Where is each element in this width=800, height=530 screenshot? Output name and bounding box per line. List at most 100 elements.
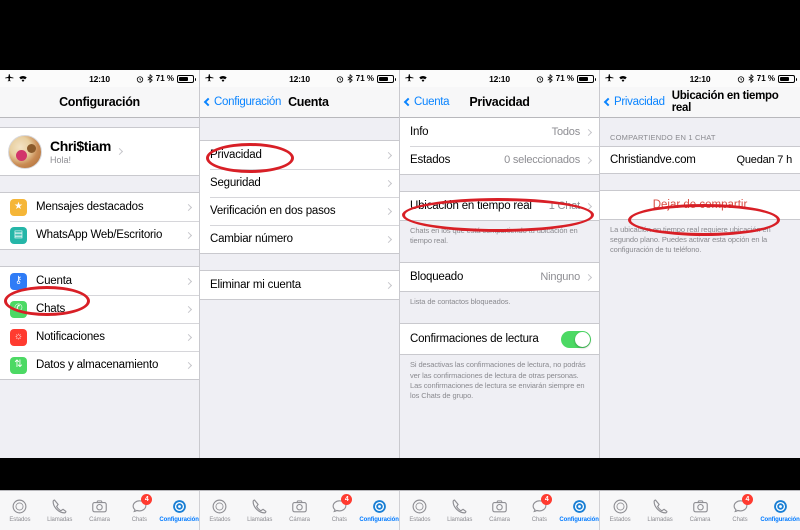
sidebar-item-chats[interactable]: ✆ Chats xyxy=(0,295,199,323)
chevron-right-icon xyxy=(384,207,393,215)
back-button[interactable]: Cuenta xyxy=(403,96,450,108)
row-eliminar-cuenta[interactable]: Eliminar mi cuenta xyxy=(200,271,399,299)
gear-icon xyxy=(773,500,787,513)
status-bar: 12:10 71 % xyxy=(200,70,399,87)
tab-label: Cámara xyxy=(489,517,510,523)
tab-configuracion[interactable]: Configuración xyxy=(760,491,800,530)
tab-camara[interactable]: Cámara xyxy=(680,491,720,530)
screenshot-stage: 12:10 71 % Configuración Chri$tiam Hola! xyxy=(0,70,800,458)
panel-ubicacion: 12:10 71 % Privacidad Ubicación en tiemp… xyxy=(600,70,800,458)
privacy-group-location: Ubicación en tiempo real 1 Chat xyxy=(400,191,599,221)
row-cambiar-numero[interactable]: Cambiar número xyxy=(200,225,399,253)
tab-chats[interactable]: 4 Chats xyxy=(720,491,760,530)
sidebar-item-starred[interactable]: ★ Mensajes destacados xyxy=(0,193,199,221)
tab-label: Estados xyxy=(9,517,31,523)
tab-camara[interactable]: Cámara xyxy=(80,491,120,530)
row-label: Ubicación en tiempo real xyxy=(410,200,532,212)
status-bar: 12:10 71 % xyxy=(600,70,800,87)
row-ubicacion-tiempo-real[interactable]: Ubicación en tiempo real 1 Chat xyxy=(400,192,599,220)
alarm-icon xyxy=(336,75,343,83)
profile-row[interactable]: Chri$tiam Hola! xyxy=(0,128,199,175)
sidebar-item-notificaciones[interactable]: ☼ Notificaciones xyxy=(0,323,199,351)
tab-llamadas[interactable]: Llamadas xyxy=(640,491,680,530)
row-value: Ninguno xyxy=(540,271,580,284)
tab-configuracion[interactable]: Configuración xyxy=(559,491,599,530)
profile-status: Hola! xyxy=(50,155,72,165)
sidebar-item-web[interactable]: ▤ WhatsApp Web/Escritorio xyxy=(0,221,199,249)
tab-configuracion[interactable]: Configuración xyxy=(359,491,399,530)
tab-label: Llamadas xyxy=(647,517,673,523)
tab-estados[interactable]: Estados xyxy=(400,491,440,530)
status-bar: 12:10 71 % xyxy=(400,70,599,87)
ubicacion-footer-text: La ubicación en tiempo real requiere ubi… xyxy=(600,220,800,263)
key-icon: ⚷ xyxy=(10,272,27,290)
tab-label: Llamadas xyxy=(447,517,473,523)
bluetooth-icon xyxy=(347,74,353,83)
gear-icon xyxy=(572,500,586,513)
panel-settings: 12:10 71 % Configuración Chri$tiam Hola! xyxy=(0,70,200,458)
row-verificacion-dos-pasos[interactable]: Verificación en dos pasos xyxy=(200,197,399,225)
tab-label: Chats xyxy=(331,517,347,523)
back-label: Privacidad xyxy=(614,96,665,108)
privacy-group-blocked: Bloqueado Ninguno xyxy=(400,262,599,293)
row-privacidad[interactable]: Privacidad xyxy=(200,141,399,169)
chevron-right-icon xyxy=(384,151,393,159)
row-confirmaciones-lectura[interactable]: Confirmaciones de lectura xyxy=(400,324,599,355)
tab-label: Llamadas xyxy=(47,517,73,523)
back-label: Configuración xyxy=(214,96,282,108)
tab-estados[interactable]: Estados xyxy=(0,491,40,530)
nav-bar-cuenta: Configuración Cuenta xyxy=(200,87,399,118)
row-label: Confirmaciones de lectura xyxy=(410,333,539,346)
row-chat-compartido[interactable]: Christiandve.com Quedan 7 h xyxy=(600,147,800,173)
row-info[interactable]: Info Todos xyxy=(400,118,599,146)
chevron-right-icon xyxy=(584,202,593,210)
tab-bar: Estados Llamadas Cámara 4 Chats Configur… xyxy=(0,490,800,530)
cuenta-group-1: Privacidad Seguridad Verificación en dos… xyxy=(200,140,399,254)
back-button[interactable]: Privacidad xyxy=(603,96,665,108)
section-header-compartiendo: COMPARTIENDO EN 1 CHAT xyxy=(600,127,800,146)
sidebar-item-datos[interactable]: ⇅ Datos y almacenamiento xyxy=(0,351,199,379)
chevron-right-icon xyxy=(115,147,124,156)
tab-llamadas[interactable]: Llamadas xyxy=(240,491,280,530)
row-estados[interactable]: Estados 0 seleccionados xyxy=(400,146,599,174)
camera-icon xyxy=(92,500,107,513)
gear-icon xyxy=(372,500,386,513)
alarm-icon xyxy=(536,75,543,83)
battery-percent: 71 % xyxy=(155,74,174,83)
tab-llamadas[interactable]: Llamadas xyxy=(440,491,480,530)
chevron-right-icon xyxy=(384,179,393,187)
tab-chats[interactable]: 4 Chats xyxy=(119,491,159,530)
tab-label: Configuración xyxy=(359,517,399,523)
avatar xyxy=(8,134,42,169)
row-label: Christiandve.com xyxy=(610,154,696,166)
row-bloqueado[interactable]: Bloqueado Ninguno xyxy=(400,263,599,292)
sidebar-item-cuenta[interactable]: ⚷ Cuenta xyxy=(0,267,199,295)
status-ring-icon xyxy=(412,499,427,514)
battery-percent: 71 % xyxy=(756,74,775,83)
privacy-group-receipts: Confirmaciones de lectura xyxy=(400,323,599,356)
tab-llamadas[interactable]: Llamadas xyxy=(40,491,80,530)
tab-camara[interactable]: Cámara xyxy=(280,491,320,530)
tab-label: Estados xyxy=(409,517,431,523)
status-ring-icon xyxy=(212,499,227,514)
sidebar-item-label: Cuenta xyxy=(36,275,72,287)
settings-group-2: ⚷ Cuenta ✆ Chats ☼ Notificaciones ⇅ Dato… xyxy=(0,266,199,380)
tab-chats[interactable]: 4 Chats xyxy=(319,491,359,530)
sharing-group: Christiandve.com Quedan 7 h xyxy=(600,146,800,174)
stop-sharing-button[interactable]: Dejar de compartir xyxy=(600,190,800,220)
tab-label: Llamadas xyxy=(247,517,273,523)
tab-configuracion[interactable]: Configuración xyxy=(159,491,199,530)
tab-label: Chats xyxy=(131,517,147,523)
alarm-icon xyxy=(136,75,143,83)
tab-estados[interactable]: Estados xyxy=(600,491,640,530)
tab-group-1: Estados Llamadas Cámara 4 Chats Configur… xyxy=(0,491,200,530)
back-button[interactable]: Configuración xyxy=(203,96,282,108)
whatsapp-icon: ✆ xyxy=(10,300,27,318)
tab-chats[interactable]: 4 Chats xyxy=(519,491,559,530)
tab-camara[interactable]: Cámara xyxy=(480,491,520,530)
row-seguridad[interactable]: Seguridad xyxy=(200,169,399,197)
read-receipts-toggle[interactable] xyxy=(561,330,591,348)
tab-label: Chats xyxy=(531,517,547,523)
page-title: Configuración xyxy=(59,95,140,109)
tab-estados[interactable]: Estados xyxy=(200,491,240,530)
